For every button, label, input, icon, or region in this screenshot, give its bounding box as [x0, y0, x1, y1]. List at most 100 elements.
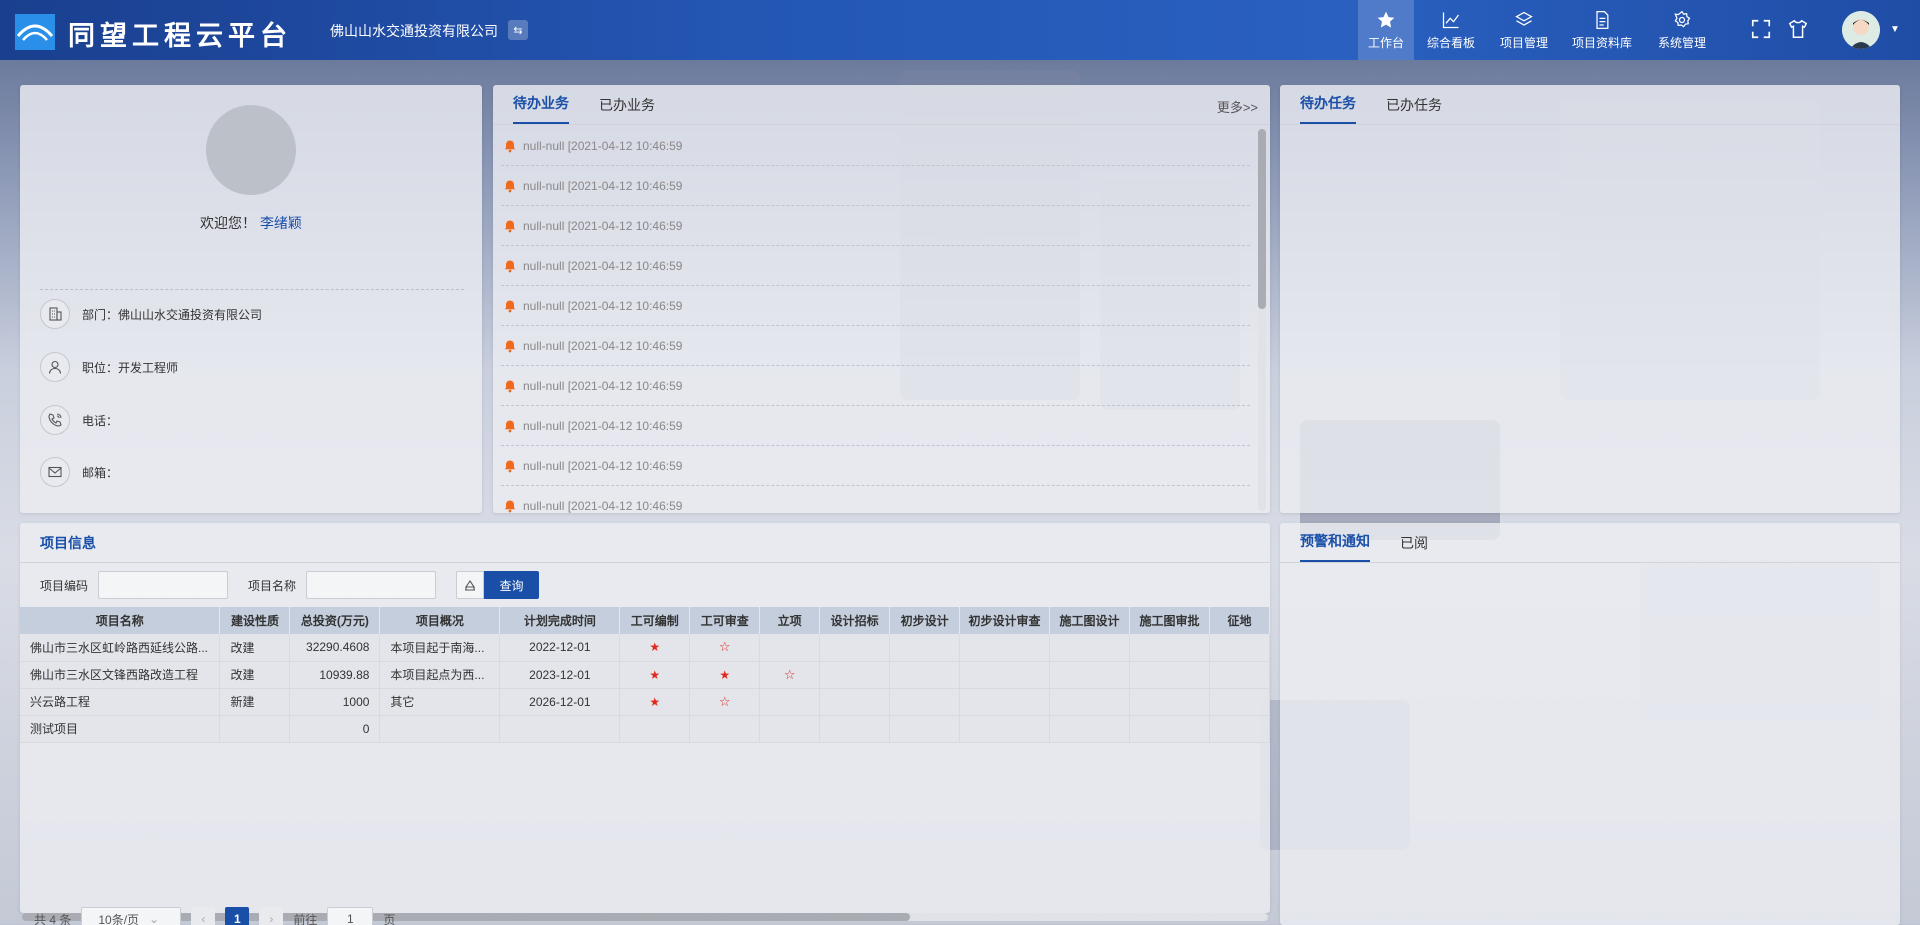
scrollbar-thumb[interactable] [1258, 129, 1266, 309]
status-cell [1129, 634, 1210, 662]
column-header: 施工图审批 [1129, 607, 1210, 634]
status-cell [689, 715, 761, 743]
column-header: 设计招标 [819, 607, 891, 634]
todo-item[interactable]: null-null [2021-04-12 10:46:59 [501, 486, 1250, 513]
nav-workbench[interactable]: 工作台 [1358, 0, 1414, 60]
reset-button[interactable] [456, 571, 485, 599]
tab-todo-tasks[interactable]: 待办任务 [1300, 93, 1356, 124]
table-cell: 兴云路工程 [20, 688, 221, 716]
page-size-value: 10条/页 [98, 912, 140, 925]
table-row[interactable]: 测试项目 0 [20, 715, 1271, 743]
gear-icon [1674, 10, 1691, 28]
dept-text: 部门：佛山山水交通投资有限公司 [82, 307, 263, 322]
profile-panel: 欢迎您！ 李绪颖 部门：佛山山水交通投资有限公司 职位：开发工程师 电话： 邮箱… [20, 85, 482, 513]
prev-page-button[interactable]: ‹ [191, 907, 216, 925]
phone-text: 电话： [82, 413, 119, 428]
status-cell [889, 715, 961, 743]
table-cell [379, 715, 501, 743]
table-row[interactable]: 佛山市三水区文锋西路改造工程 改建 10939.88 本项目起点为西... 2023-1… [20, 661, 1271, 689]
star-icon [1377, 11, 1395, 28]
todo-item[interactable]: null-null [2021-04-12 10:46:59 [501, 246, 1250, 286]
nav-label: 综合看板 [1426, 35, 1475, 50]
todo-item[interactable]: null-null [2021-04-12 10:46:59 [501, 206, 1250, 246]
email-row: 邮箱： [40, 457, 118, 487]
table-cell: 32290.4608 [289, 634, 381, 662]
tab-warnings-notices[interactable]: 预警和通知 [1300, 531, 1370, 562]
star-outline-icon: ☆ [718, 639, 731, 655]
nav-dashboard[interactable]: 综合看板 [1414, 0, 1488, 60]
nav-project-library[interactable]: 项目资料库 [1560, 0, 1644, 60]
more-link[interactable]: 更多>> [1217, 97, 1258, 116]
chart-line-icon [1442, 12, 1459, 28]
nav-system-management[interactable]: 系统管理 [1644, 0, 1720, 60]
status-cell [759, 715, 821, 743]
user-name[interactable]: 李绪颖 [260, 215, 302, 231]
position-text: 职位：开发工程师 [82, 360, 179, 375]
todo-text: null-null [2021-04-12 10:46:59 [523, 138, 683, 153]
status-cell: ★ [619, 661, 691, 689]
bell-icon [504, 340, 516, 352]
todo-item[interactable]: null-null [2021-04-12 10:46:59 [501, 126, 1250, 166]
page-number-current[interactable]: 1 [225, 907, 250, 925]
company-name: 佛山山水交通投资有限公司 [330, 23, 498, 39]
status-cell: ☆ [759, 661, 821, 689]
table-row[interactable]: 佛山市三水区虹岭路西延线公路... 改建 32290.4608 本项目起于南海... 2… [20, 634, 1271, 662]
next-page-button[interactable]: › [259, 907, 284, 925]
dept-row: 部门：佛山山水交通投资有限公司 [40, 299, 262, 329]
notices-panel: 预警和通知 已阅 [1280, 523, 1900, 925]
status-cell [1049, 661, 1130, 689]
todo-item[interactable]: null-null [2021-04-12 10:46:59 [501, 446, 1250, 486]
status-cell [1209, 661, 1271, 689]
vertical-scrollbar[interactable] [1258, 129, 1266, 511]
avatar-icon [1842, 11, 1880, 49]
column-header: 施工图设计 [1049, 607, 1130, 634]
nav-project-management[interactable]: 项目管理 [1488, 0, 1560, 60]
star-outline-icon: ☆ [718, 693, 731, 709]
task-tabs: 待办任务 已办任务 [1280, 85, 1900, 125]
tab-done-business[interactable]: 已办业务 [599, 95, 655, 124]
welcome-text: 欢迎您！ 李绪颖 [20, 213, 482, 233]
nav-label: 工作台 [1368, 35, 1405, 50]
mail-icon [40, 457, 70, 487]
table-cell: 2023-12-01 [499, 661, 621, 689]
main-nav: 工作台 综合看板 项目管理 项目资料库 系统管理 [1358, 0, 1720, 60]
project-panel: 项目信息 项目编码 项目名称 查询 项目名称 建设性质 总投资(万元) 项目概况 计划完… [20, 523, 1271, 925]
todo-item[interactable]: null-null [2021-04-12 10:46:59 [501, 166, 1250, 206]
status-cell [819, 661, 891, 689]
todo-item[interactable]: null-null [2021-04-12 10:46:59 [501, 286, 1250, 326]
project-name-label: 项目名称 [248, 578, 297, 593]
column-header: 建设性质 [219, 607, 291, 634]
tasks-panel: 待办任务 已办任务 [1280, 85, 1900, 513]
table-cell: 本项目起于南海... [379, 634, 501, 662]
status-cell [1049, 688, 1130, 716]
tab-todo-business[interactable]: 待办业务 [513, 93, 569, 124]
todo-text: null-null [2021-04-12 10:46:59 [523, 458, 683, 473]
table-body: 佛山市三水区虹岭路西延线公路... 改建 32290.4608 本项目起于南海... 2… [20, 634, 1271, 743]
todo-item[interactable]: null-null [2021-04-12 10:46:59 [501, 366, 1250, 406]
switch-company-icon[interactable]: ⇆ [508, 20, 528, 40]
user-avatar[interactable] [1842, 11, 1880, 49]
status-cell [959, 688, 1051, 716]
notice-tabs: 预警和通知 已阅 [1280, 523, 1900, 563]
tab-done-tasks[interactable]: 已办任务 [1386, 95, 1442, 124]
status-cell: ★ [689, 661, 761, 689]
query-button[interactable]: 查询 [484, 571, 540, 599]
table-row[interactable]: 兴云路工程 新建 1000 其它 2026-12-01 ★ ☆ [20, 688, 1271, 716]
todo-item[interactable]: null-null [2021-04-12 10:46:59 [501, 406, 1250, 446]
tab-read[interactable]: 已阅 [1400, 533, 1428, 562]
goto-label: 前往 [293, 912, 318, 925]
project-code-input[interactable] [98, 571, 229, 599]
goto-page-input[interactable]: 1 [327, 907, 374, 925]
fullscreen-icon[interactable] [1750, 18, 1772, 40]
project-name-input[interactable] [306, 571, 437, 599]
chevron-down-icon: ⌄ [149, 912, 160, 925]
page-size-select[interactable]: 10条/页 ⌄ [81, 907, 182, 925]
top-header: 同望工程云平台 佛山山水交通投资有限公司 ⇆ 工作台 综合看板 项目管理 项目资… [0, 0, 1920, 60]
chevron-down-icon[interactable]: ▼ [1890, 24, 1900, 35]
email-text: 邮箱： [82, 465, 119, 480]
todo-item[interactable]: null-null [2021-04-12 10:46:59 [501, 326, 1250, 366]
table-cell: 2026-12-01 [499, 688, 621, 716]
star-filled-icon: ★ [719, 667, 731, 682]
phone-icon [40, 405, 70, 435]
skin-tshirt-icon[interactable] [1787, 18, 1809, 40]
